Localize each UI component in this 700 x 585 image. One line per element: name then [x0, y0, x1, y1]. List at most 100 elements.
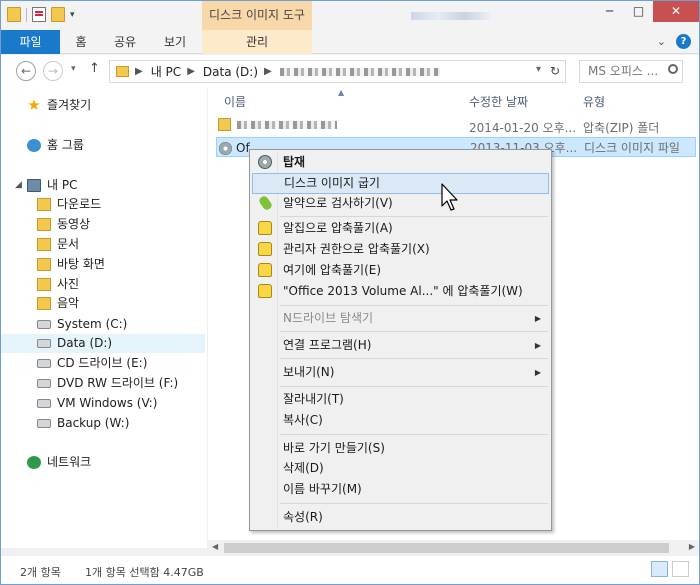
close-button[interactable]: ✕	[653, 1, 699, 22]
nav-pictures[interactable]: 사진	[1, 275, 205, 294]
submenu-arrow-icon: ▶	[534, 341, 541, 350]
ribbon-right-controls: ⌄ ?	[657, 34, 691, 49]
up-button[interactable]: ↑	[89, 61, 100, 76]
scroll-left-icon[interactable]: ◀	[212, 542, 218, 551]
nav-this-pc[interactable]: ◢ 내 PC	[1, 176, 205, 195]
back-button[interactable]: ←	[16, 61, 36, 81]
file-type: 디스크 이미지 파일	[584, 141, 680, 155]
chevron-right-icon[interactable]: ▶	[187, 66, 195, 77]
alzip-icon	[258, 263, 272, 277]
minimize-button[interactable]: ─	[595, 1, 624, 22]
nav-drive-f[interactable]: DVD RW 드라이브 (F:)	[1, 374, 205, 393]
toolbar-divider	[26, 7, 27, 22]
horizontal-scrollbar[interactable]: ◀ ▶	[208, 540, 699, 556]
tab-manage[interactable]: 관리	[202, 30, 312, 54]
scroll-right-icon[interactable]: ▶	[689, 542, 695, 551]
title-bar: ▾ 디스크 이미지 도구 ─ □ ✕	[1, 1, 699, 30]
menu-divider	[280, 386, 548, 387]
menu-item-open-with[interactable]: 연결 프로그램(H) ▶	[252, 335, 549, 356]
nav-favorites[interactable]: ★ 즐겨찾기	[1, 96, 205, 115]
menu-item-ndrive-explorer[interactable]: N드라이브 탐색기 ▶	[252, 308, 549, 329]
drive-icon	[37, 399, 51, 408]
nav-documents[interactable]: 문서	[1, 235, 205, 254]
file-name	[218, 118, 337, 131]
tab-view[interactable]: 보기	[159, 30, 191, 54]
nav-drive-e[interactable]: CD 드라이브 (E:)	[1, 354, 205, 373]
maximize-button[interactable]: □	[624, 1, 653, 22]
column-header-type[interactable]: 유형	[583, 93, 605, 110]
nav-label: Data (D:)	[57, 336, 113, 350]
desktop-folder-icon	[37, 258, 51, 271]
drive-icon	[37, 419, 51, 428]
menu-item-extract-to-folder[interactable]: "Office 2013 Volume Al..." 에 압축풀기(W)	[252, 281, 549, 302]
tab-share[interactable]: 공유	[108, 30, 142, 54]
tab-home[interactable]: 홈	[68, 30, 94, 54]
nav-label: 문서	[57, 237, 80, 251]
context-tab-title: 디스크 이미지 도구	[202, 1, 312, 30]
recent-locations-icon[interactable]: ▾	[71, 64, 76, 74]
nav-label: 홈 그룹	[47, 138, 84, 152]
menu-item-extract-here[interactable]: 여기에 압축풀기(E)	[252, 260, 549, 281]
menu-item-properties[interactable]: 속성(R)	[252, 507, 549, 528]
window-controls: ─ □ ✕	[595, 1, 699, 22]
nav-drive-v[interactable]: VM Windows (V:)	[1, 394, 205, 413]
menu-item-mount[interactable]: 탑재	[252, 152, 549, 173]
large-icons-view-icon[interactable]	[672, 561, 689, 577]
nav-homegroup[interactable]: 홈 그룹	[1, 136, 205, 155]
file-row[interactable]: 2014-01-20 오후... 압축(ZIP) 폴더	[216, 118, 696, 138]
nav-drive-d[interactable]: Data (D:)	[1, 334, 205, 353]
nav-label: Backup (W:)	[57, 416, 130, 430]
customize-toolbar-icon[interactable]: ▾	[70, 10, 75, 20]
column-header-name[interactable]: 이름	[224, 93, 246, 110]
downloads-folder-icon	[37, 198, 51, 211]
nav-label: System (C:)	[57, 317, 128, 331]
menu-item-create-shortcut[interactable]: 바로 가기 만들기(S)	[252, 438, 549, 459]
nav-videos[interactable]: 동영상	[1, 215, 205, 234]
menu-item-alzip-extract[interactable]: 알집으로 압축풀기(A)	[252, 218, 549, 239]
redacted-file-name	[237, 120, 337, 129]
address-bar[interactable]: ▶ 내 PC ▶ Data (D:) ▶ ▾ ↻	[109, 60, 566, 83]
navigation-bar: ← → ▾ ↑ ▶ 내 PC ▶ Data (D:) ▶ ▾ ↻ MS 오피스 …	[1, 55, 699, 88]
help-icon[interactable]: ?	[676, 34, 691, 49]
chevron-right-icon[interactable]: ▶	[264, 66, 272, 77]
new-folder-icon[interactable]	[51, 7, 65, 22]
folder-icon[interactable]	[7, 7, 21, 22]
nav-label: 사진	[57, 277, 80, 291]
scrollbar-thumb[interactable]	[224, 543, 669, 553]
address-dropdown-icon[interactable]: ▾	[536, 64, 541, 75]
details-view-icon[interactable]	[651, 561, 668, 577]
drive-icon	[37, 339, 51, 348]
item-count: 2개 항목	[20, 566, 61, 579]
file-date: 2014-01-20 오후...	[469, 121, 577, 135]
expand-arrow-icon[interactable]: ◢	[15, 176, 25, 195]
chevron-right-icon[interactable]: ▶	[135, 66, 143, 77]
properties-icon[interactable]	[32, 7, 46, 22]
search-input[interactable]: MS 오피스 ...	[579, 60, 683, 83]
nav-drive-w[interactable]: Backup (W:)	[1, 414, 205, 433]
column-header-modified[interactable]: 수정한 날짜	[469, 93, 528, 110]
menu-item-delete[interactable]: 삭제(D)	[252, 458, 549, 479]
status-bar: 2개 항목 1개 항목 선택함 4.47GB	[1, 556, 699, 584]
menu-item-scan-alyac[interactable]: 알약으로 검사하기(V)	[252, 193, 549, 214]
nav-desktop[interactable]: 바탕 화면	[1, 255, 205, 274]
nav-music[interactable]: 음악	[1, 294, 205, 313]
menu-item-admin-extract[interactable]: 관리자 권한으로 압축풀기(X)	[252, 239, 549, 260]
menu-item-send-to[interactable]: 보내기(N) ▶	[252, 362, 549, 383]
nav-network[interactable]: 네트워크	[1, 453, 205, 472]
nav-drive-c[interactable]: System (C:)	[1, 315, 205, 334]
menu-item-copy[interactable]: 복사(C)	[252, 410, 549, 431]
menu-item-rename[interactable]: 이름 바꾸기(M)	[252, 479, 549, 500]
submenu-arrow-icon: ▶	[534, 368, 541, 377]
refresh-icon[interactable]: ↻	[550, 64, 560, 78]
expand-ribbon-icon[interactable]: ⌄	[657, 35, 666, 48]
tab-file[interactable]: 파일	[1, 30, 60, 54]
menu-item-cut[interactable]: 잘라내기(T)	[252, 389, 549, 410]
forward-button[interactable]: →	[43, 61, 63, 81]
breadcrumb-data-d[interactable]: Data (D:)	[203, 65, 258, 79]
breadcrumb-this-pc[interactable]: 내 PC	[151, 63, 181, 80]
nav-downloads[interactable]: 다운로드	[1, 195, 205, 214]
homegroup-icon	[27, 139, 41, 152]
network-icon	[27, 456, 41, 469]
menu-item-burn-disc-image[interactable]: 디스크 이미지 굽기	[252, 173, 549, 194]
nav-label: 음악	[57, 296, 80, 310]
